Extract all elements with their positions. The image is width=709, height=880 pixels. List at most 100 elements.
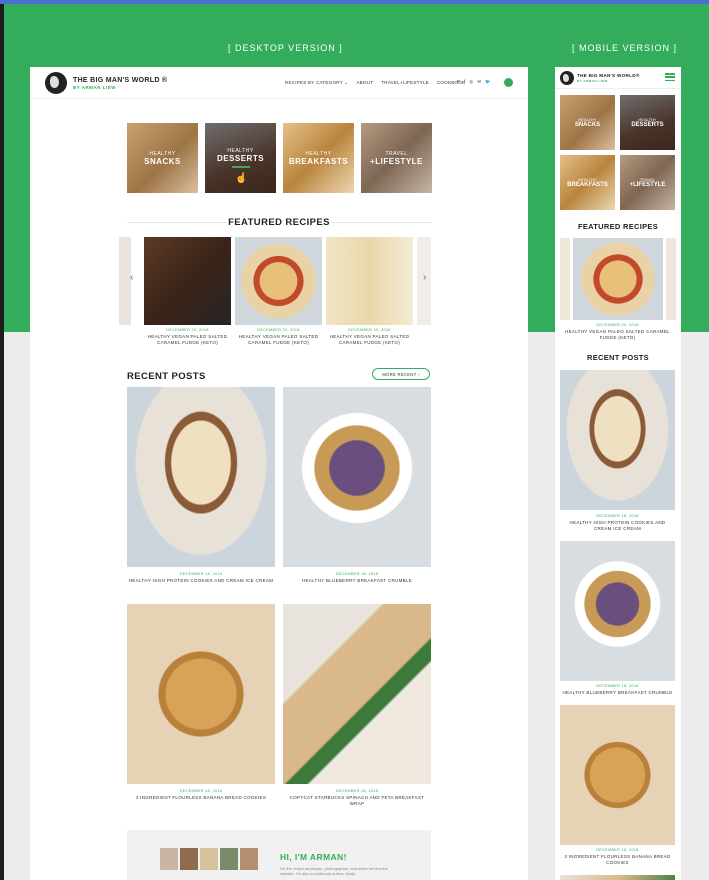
search-icon[interactable]: [504, 78, 513, 87]
hand-cursor-icon: ☝: [235, 173, 248, 184]
mobile-featured-image[interactable]: [573, 238, 663, 320]
featured-image[interactable]: [144, 237, 231, 325]
post-title[interactable]: HEALTHY VEGAN PALEO SALTED CARAMEL FUDGE…: [326, 334, 413, 346]
left-edge-bar: [0, 4, 4, 880]
nav-about[interactable]: ABOUT: [356, 80, 373, 86]
desktop-version-label: [ DESKTOP VERSION ]: [228, 43, 343, 53]
mobile-recent-heading: RECENT POSTS: [587, 353, 649, 362]
category-line2: SNACKS: [144, 156, 181, 166]
mobile-mockup: THE BIG MAN'S WORLD® BY ARMAN LIEW HEALT…: [555, 67, 681, 880]
mobile-featured-heading: FEATURED RECIPES: [577, 222, 659, 231]
mobile-post-image[interactable]: [560, 541, 675, 681]
recent-post-card: DECEMBER 18, 2018 COPYCAT STARBUCKS SPIN…: [283, 604, 431, 807]
featured-meta: DECEMBER 20, 2018 HEALTHY VEGAN PALEO SA…: [235, 328, 322, 346]
category-line2: BREAKFASTS: [567, 182, 608, 188]
mobile-version-label: [ MOBILE VERSION ]: [572, 43, 678, 53]
category-tiles: HEALTHY SNACKS HEALTHY DESSERTS ☝ HEALTH…: [127, 123, 432, 193]
post-title[interactable]: HEALTHY HIGH PROTEIN COOKIES AND CREAM I…: [560, 520, 675, 532]
post-date: DECEMBER 18, 2018: [335, 572, 379, 576]
pinterest-icon[interactable]: P: [457, 79, 460, 85]
featured-recipes-heading: FEATURED RECIPES: [228, 217, 330, 228]
post-date: DECEMBER 20, 2018: [257, 328, 300, 332]
brand-title: THE BIG MAN'S WORLD ®: [73, 76, 168, 84]
featured-image[interactable]: [235, 237, 322, 325]
main-nav: RECIPES BY CATEGORY ⌄ ABOUT TRAVEL+LIFES…: [285, 80, 465, 86]
post-date: DECEMBER 18, 2018: [596, 684, 639, 688]
post-date: DECEMBER 20, 2018: [596, 323, 639, 327]
mobile-category-travel[interactable]: TRAVEL +LIFESTYLE: [620, 155, 675, 210]
mobile-category-snacks[interactable]: HEALTHY SNACKS: [560, 95, 615, 150]
carousel-peek-left: [560, 238, 570, 320]
post-title[interactable]: 3 INGREDIENT FLOURLESS BANANA BREAD COOK…: [127, 795, 275, 801]
post-image[interactable]: [127, 604, 275, 784]
social-links: P f ◎ ✉ 🐦: [457, 79, 491, 85]
category-line2: SNACKS: [574, 122, 601, 128]
globe-logo-icon: [45, 72, 67, 94]
mobile-post-meta: DECEMBER 18, 2018 HEALTHY BLUEBERRY BREA…: [560, 684, 675, 696]
mobile-post-image[interactable]: [560, 875, 675, 880]
post-title[interactable]: HEALTHY BLUEBERRY BREAKFAST CRUMBLE: [283, 578, 431, 584]
featured-carousel: ‹ ›: [119, 237, 431, 325]
mobile-post-image[interactable]: [560, 705, 675, 845]
recent-post-card: DECEMBER 18, 2018 HEALTHY HIGH PROTEIN C…: [127, 387, 275, 584]
more-recent-button[interactable]: MORE RECENT ›: [372, 368, 430, 380]
mobile-post-meta: DECEMBER 18, 2018 3 INGREDIENT FLOURLESS…: [560, 848, 675, 866]
featured-meta: DECEMBER 20, 2018 HEALTHY VEGAN PALEO SA…: [144, 328, 231, 346]
post-title[interactable]: HEALTHY HIGH PROTEIN COOKIES AND CREAM I…: [127, 578, 275, 584]
brand-title: THE BIG MAN'S WORLD®: [577, 73, 640, 78]
post-title[interactable]: HEALTHY VEGAN PALEO SALTED CARAMEL FUDGE…: [560, 329, 675, 341]
about-heading: HI, I'M ARMAN!: [280, 852, 347, 862]
facebook-icon[interactable]: f: [464, 79, 465, 85]
mobile-category-breakfasts[interactable]: HEALTHY BREAKFASTS: [560, 155, 615, 210]
category-tile-breakfasts[interactable]: HEALTHY BREAKFASTS: [283, 123, 354, 193]
post-image[interactable]: [127, 387, 275, 567]
mobile-category-desserts[interactable]: HEALTHY DESSERTS: [620, 95, 675, 150]
menu-icon[interactable]: [665, 73, 675, 81]
category-line2: DESSERTS: [216, 154, 265, 163]
instagram-icon[interactable]: ◎: [469, 79, 473, 85]
mobile-header: THE BIG MAN'S WORLD® BY ARMAN LIEW: [555, 67, 681, 89]
category-line2: BREAKFASTS: [288, 156, 349, 166]
about-text: I'm the recipe developer, photographer, …: [280, 866, 388, 876]
post-title[interactable]: HEALTHY VEGAN PALEO SALTED CARAMEL FUDGE…: [235, 334, 322, 346]
post-title[interactable]: HEALTHY BLUEBERRY BREAKFAST CRUMBLE: [560, 690, 675, 696]
post-image[interactable]: [283, 604, 431, 784]
post-date: DECEMBER 18, 2018: [179, 789, 223, 793]
email-icon[interactable]: ✉: [477, 79, 481, 85]
post-date: DECEMBER 18, 2018: [596, 514, 639, 518]
category-tile-travel[interactable]: TRAVEL +LIFESTYLE: [361, 123, 432, 193]
recent-posts-heading: RECENT POSTS: [127, 371, 206, 382]
about-photo-collage: [160, 848, 258, 870]
post-image[interactable]: [283, 387, 431, 567]
site-logo[interactable]: THE BIG MAN'S WORLD ® BY ARMAN LIEW: [45, 72, 167, 94]
category-line2: DESSERTS: [631, 122, 664, 128]
post-date: DECEMBER 18, 2018: [596, 848, 639, 852]
twitter-icon[interactable]: 🐦: [485, 79, 491, 85]
active-underline: [231, 166, 250, 168]
desktop-mockup: THE BIG MAN'S WORLD ® BY ARMAN LIEW RECI…: [30, 67, 528, 880]
site-header: THE BIG MAN'S WORLD ® BY ARMAN LIEW RECI…: [30, 67, 528, 99]
category-tile-snacks[interactable]: HEALTHY SNACKS: [127, 123, 198, 193]
brand-subtitle: BY ARMAN LIEW: [577, 79, 608, 83]
category-line2: +LIFESTYLE: [370, 156, 423, 166]
mobile-logo[interactable]: THE BIG MAN'S WORLD® BY ARMAN LIEW: [560, 71, 640, 85]
mobile-post-meta: DECEMBER 18, 2018 HEALTHY HIGH PROTEIN C…: [560, 514, 675, 532]
nav-travel-lifestyle[interactable]: TRAVEL+LIFESTYLE: [381, 80, 429, 86]
post-title[interactable]: COPYCAT STARBUCKS SPINACH AND FETA BREAK…: [283, 795, 431, 807]
featured-image[interactable]: [326, 237, 413, 325]
category-tile-desserts[interactable]: HEALTHY DESSERTS ☝: [205, 123, 276, 193]
featured-meta: DECEMBER 20, 2018 HEALTHY VEGAN PALEO SA…: [326, 328, 413, 346]
globe-logo-icon: [560, 71, 574, 85]
recent-post-card: DECEMBER 18, 2018 3 INGREDIENT FLOURLESS…: [127, 604, 275, 801]
category-line2: +LIFESTYLE: [629, 182, 666, 188]
post-date: DECEMBER 18, 2018: [179, 572, 223, 576]
nav-recipes-by-category[interactable]: RECIPES BY CATEGORY ⌄: [285, 80, 348, 86]
carousel-prev-icon[interactable]: ‹: [130, 272, 133, 283]
post-title[interactable]: 3 INGREDIENT FLOURLESS BANANA BREAD COOK…: [560, 854, 675, 866]
mobile-post-image[interactable]: [560, 370, 675, 510]
carousel-peek-right: [666, 238, 676, 320]
post-date: DECEMBER 18, 2018: [335, 789, 379, 793]
mobile-featured-meta: DECEMBER 20, 2018 HEALTHY VEGAN PALEO SA…: [560, 323, 675, 341]
post-title[interactable]: HEALTHY VEGAN PALEO SALTED CARAMEL FUDGE…: [144, 334, 231, 346]
carousel-next-icon[interactable]: ›: [423, 272, 426, 283]
